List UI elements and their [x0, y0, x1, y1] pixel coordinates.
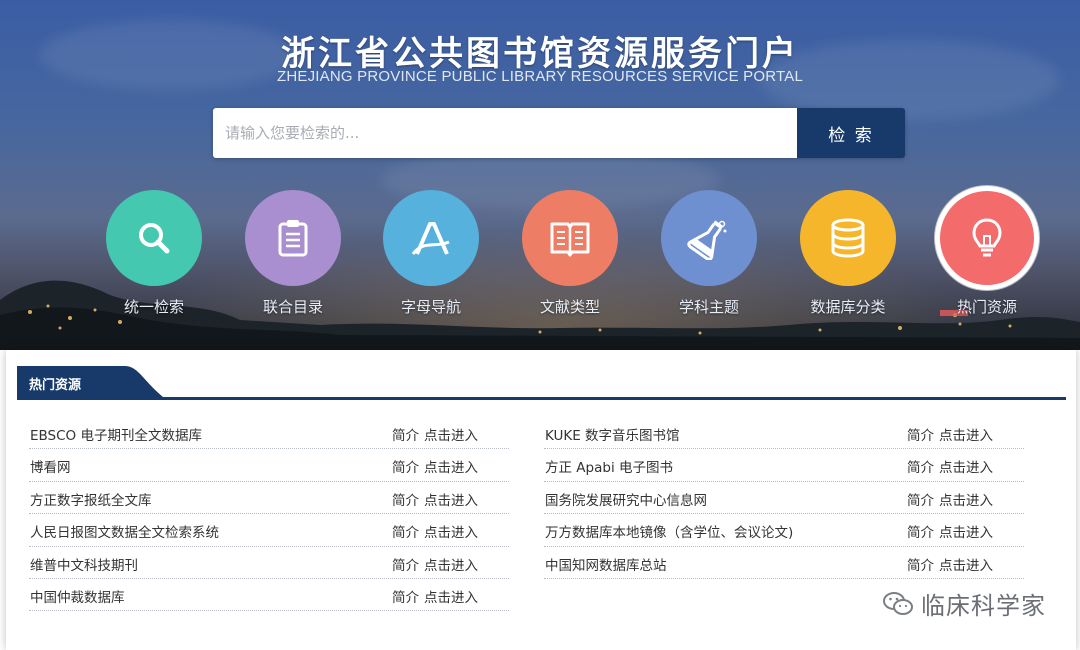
enter-link[interactable]: 点击进入: [424, 460, 478, 476]
hero-banner: 浙江省公共图书馆资源服务门户 ZHEJIANG PROVINCE PUBLIC …: [0, 0, 1080, 350]
watermark: 临床科学家: [883, 586, 1046, 621]
resource-links: 简介 点击进入: [392, 586, 478, 606]
resource-links: 简介 点击进入: [392, 456, 478, 476]
nav-circle: [935, 186, 1039, 290]
panel-header: 热门资源: [17, 366, 1066, 400]
intro-link[interactable]: 简介: [907, 493, 934, 509]
search-button[interactable]: 检 索: [797, 108, 905, 158]
enter-link[interactable]: 点击进入: [939, 558, 993, 574]
nav-unified-search[interactable]: 统一检索: [84, 188, 224, 317]
category-nav: 统一检索 联合目录 字母导航 文献类型 学科主题 数据库分类 热门资源: [0, 186, 1080, 328]
resource-links: 简介 点击进入: [907, 424, 993, 444]
list-item: 国务院发展研究中心信息网 简介 点击进入: [544, 482, 1024, 515]
resource-links: 简介 点击进入: [392, 424, 478, 444]
resource-links: 简介 点击进入: [907, 489, 993, 509]
resource-name[interactable]: KUKE 数字音乐图书馆: [545, 424, 680, 444]
list-item: 中国知网数据库总站 简介 点击进入: [544, 547, 1024, 579]
resource-list-right: KUKE 数字音乐图书馆 简介 点击进入 方正 Apabi 电子图书 简介 点击进入…: [544, 417, 1024, 579]
intro-link[interactable]: 简介: [907, 558, 934, 574]
nav-document-type[interactable]: 文献类型: [500, 188, 640, 317]
nav-label: 热门资源: [956, 298, 1017, 316]
list-item: 人民日报图文数据全文检索系统 简介 点击进入: [29, 514, 509, 547]
intro-link[interactable]: 简介: [907, 460, 934, 476]
wechat-icon: [883, 591, 913, 615]
resource-name[interactable]: 国务院发展研究中心信息网: [545, 489, 707, 509]
enter-link[interactable]: 点击进入: [424, 558, 478, 574]
enter-link[interactable]: 点击进入: [424, 525, 478, 541]
intro-link[interactable]: 简介: [392, 460, 419, 476]
lightbulb-icon: [972, 218, 1002, 257]
intro-link[interactable]: 简介: [392, 493, 419, 509]
list-item: KUKE 数字音乐图书馆 简介 点击进入: [544, 417, 1024, 450]
resource-name[interactable]: 人民日报图文数据全文检索系统: [30, 521, 219, 541]
list-item: 维普中文科技期刊 简介 点击进入: [29, 547, 509, 579]
list-item: 方正 Apabi 电子图书 简介 点击进入: [544, 449, 1024, 482]
enter-link[interactable]: 点击进入: [424, 428, 478, 444]
intro-link[interactable]: 简介: [392, 428, 419, 444]
nav-alphabet[interactable]: 字母导航: [361, 188, 501, 317]
letter-a-icon: [411, 222, 450, 255]
resource-links: 简介 点击进入: [907, 554, 993, 574]
nav-label: 统一检索: [123, 298, 184, 316]
watermark-text: 临床科学家: [921, 592, 1046, 620]
list-item: 博看网 简介 点击进入: [29, 449, 509, 482]
nav-union-catalog[interactable]: 联合目录: [223, 188, 363, 317]
resource-name[interactable]: 博看网: [30, 456, 71, 476]
nav-circle: [106, 190, 202, 286]
nav-circle: [522, 190, 618, 286]
clipboard-list-icon: [278, 220, 308, 257]
nav-circle: [383, 190, 479, 286]
panel-divider: [17, 397, 1066, 400]
nav-circle: [800, 190, 896, 286]
nav-label: 联合目录: [262, 298, 323, 316]
panel-title: 热门资源: [29, 378, 82, 393]
list-item: 方正数字报纸全文库 简介 点击进入: [29, 482, 509, 515]
list-item: 中国仲裁数据库 简介 点击进入: [29, 579, 509, 612]
enter-link[interactable]: 点击进入: [939, 493, 993, 509]
open-book-icon: [550, 222, 590, 257]
database-icon: [831, 218, 865, 258]
resource-links: 简介 点击进入: [392, 554, 478, 574]
enter-link[interactable]: 点击进入: [939, 525, 993, 541]
resource-links: 简介 点击进入: [907, 456, 993, 476]
nav-label: 文献类型: [539, 298, 600, 316]
search-icon: [139, 223, 170, 254]
nav-label: 数据库分类: [810, 298, 886, 316]
intro-link[interactable]: 简介: [392, 525, 419, 541]
enter-link[interactable]: 点击进入: [424, 590, 478, 606]
search-input[interactable]: [213, 108, 797, 158]
nav-circle: [661, 190, 757, 286]
resource-links: 简介 点击进入: [392, 489, 478, 509]
nav-database-category[interactable]: 数据库分类: [778, 188, 918, 317]
site-subtitle: ZHEJIANG PROVINCE PUBLIC LIBRARY RESOURC…: [277, 68, 803, 85]
resource-name[interactable]: 方正 Apabi 电子图书: [545, 456, 673, 476]
intro-link[interactable]: 简介: [907, 525, 934, 541]
nav-label: 字母导航: [400, 298, 461, 316]
resource-name[interactable]: 中国仲裁数据库: [30, 586, 125, 606]
resource-name[interactable]: 万方数据库本地镜像（含学位、会议论文): [545, 521, 793, 541]
nav-label: 学科主题: [678, 298, 739, 316]
enter-link[interactable]: 点击进入: [939, 460, 993, 476]
intro-link[interactable]: 简介: [392, 590, 419, 606]
nav-hot-resources[interactable]: 热门资源: [917, 186, 1057, 317]
resource-name[interactable]: 维普中文科技期刊: [30, 554, 138, 574]
nav-circle: [245, 190, 341, 286]
search-bar: 检 索: [213, 108, 905, 158]
enter-link[interactable]: 点击进入: [424, 493, 478, 509]
flask-icon: [687, 220, 727, 260]
intro-link[interactable]: 简介: [907, 428, 934, 444]
enter-link[interactable]: 点击进入: [939, 428, 993, 444]
resource-name[interactable]: 方正数字报纸全文库: [30, 489, 152, 509]
list-item: EBSCO 电子期刊全文数据库 简介 点击进入: [29, 417, 509, 450]
resource-name[interactable]: 中国知网数据库总站: [545, 554, 667, 574]
intro-link[interactable]: 简介: [392, 558, 419, 574]
resource-name[interactable]: EBSCO 电子期刊全文数据库: [30, 424, 202, 444]
resource-links: 简介 点击进入: [907, 521, 993, 541]
list-item: 万方数据库本地镜像（含学位、会议论文) 简介 点击进入: [544, 514, 1024, 547]
nav-subject[interactable]: 学科主题: [639, 188, 779, 317]
resource-links: 简介 点击进入: [392, 521, 478, 541]
resource-list-left: EBSCO 电子期刊全文数据库 简介 点击进入 博看网 简介 点击进入 方正数字报纸…: [29, 417, 509, 612]
